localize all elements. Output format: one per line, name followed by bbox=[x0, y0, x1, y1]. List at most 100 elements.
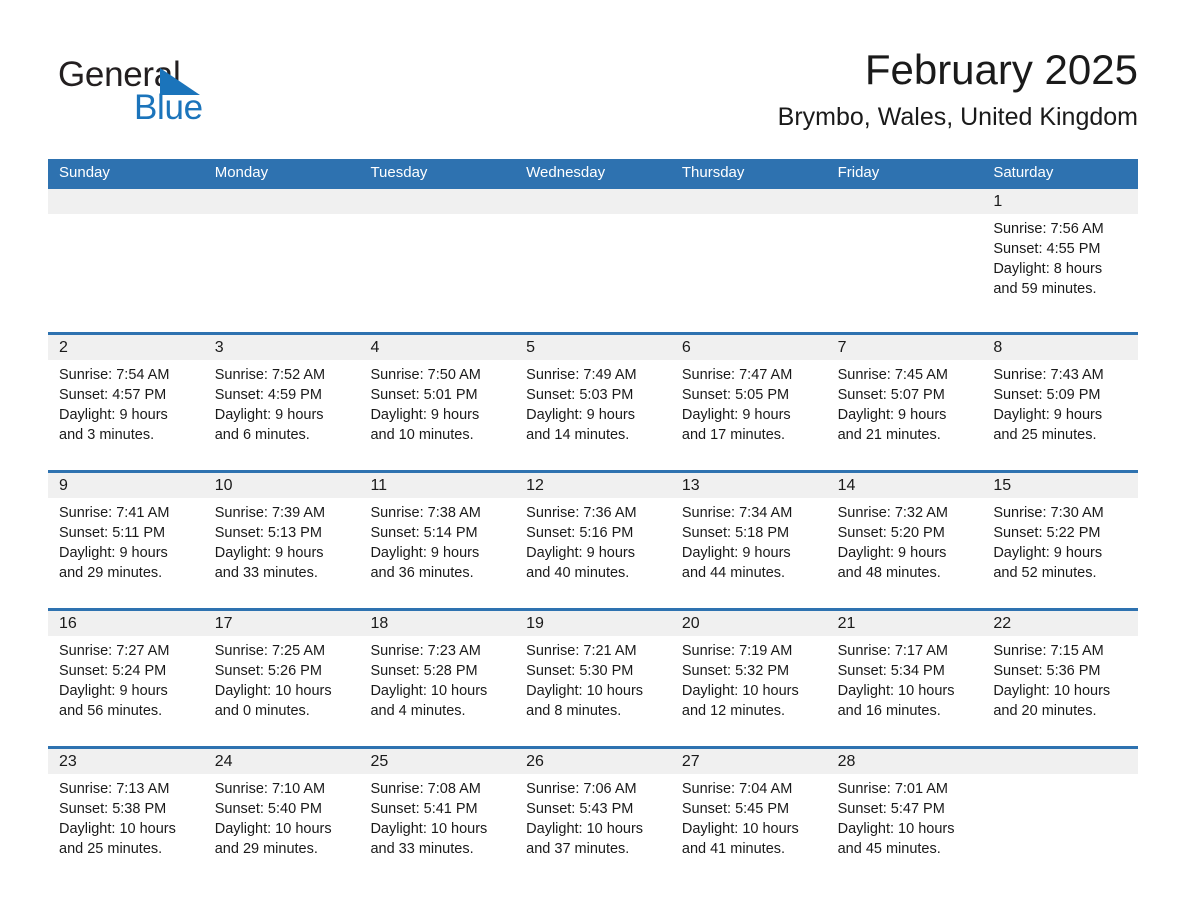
sunset-text: Sunset: 5:43 PM bbox=[526, 801, 634, 817]
day-number[interactable]: 21 bbox=[827, 611, 983, 636]
day-cell[interactable]: Sunrise: 7:38 AM Sunset: 5:14 PM Dayligh… bbox=[359, 498, 515, 608]
day-number[interactable]: 19 bbox=[515, 611, 671, 636]
day-cell[interactable] bbox=[827, 214, 983, 332]
daylight-text-line1: Daylight: 10 hours bbox=[59, 821, 176, 837]
day-number[interactable]: 6 bbox=[671, 335, 827, 360]
day-cell[interactable]: Sunrise: 7:30 AM Sunset: 5:22 PM Dayligh… bbox=[982, 498, 1138, 608]
weekday-header-tuesday: Tuesday bbox=[370, 164, 428, 181]
day-cell[interactable]: Sunrise: 7:01 AM Sunset: 5:47 PM Dayligh… bbox=[827, 774, 983, 884]
day-cell[interactable]: Sunrise: 7:23 AM Sunset: 5:28 PM Dayligh… bbox=[359, 636, 515, 746]
day-cell[interactable]: Sunrise: 7:32 AM Sunset: 5:20 PM Dayligh… bbox=[827, 498, 983, 608]
weekday-header-monday: Monday bbox=[214, 164, 269, 181]
day-cell[interactable] bbox=[48, 214, 204, 332]
day-number[interactable] bbox=[515, 189, 671, 214]
day-number[interactable]: 9 bbox=[48, 473, 204, 498]
day-number[interactable] bbox=[48, 189, 204, 214]
day-cell[interactable]: Sunrise: 7:10 AM Sunset: 5:40 PM Dayligh… bbox=[204, 774, 360, 884]
day-cell[interactable]: Sunrise: 7:47 AM Sunset: 5:05 PM Dayligh… bbox=[671, 360, 827, 470]
daylight-text-line2: and 20 minutes. bbox=[993, 703, 1097, 719]
day-number[interactable]: 18 bbox=[359, 611, 515, 636]
day-number[interactable]: 16 bbox=[48, 611, 204, 636]
day-number[interactable]: 23 bbox=[48, 749, 204, 774]
day-number[interactable]: 12 bbox=[515, 473, 671, 498]
day-number[interactable]: 10 bbox=[204, 473, 360, 498]
day-number[interactable] bbox=[204, 189, 360, 214]
day-number[interactable]: 20 bbox=[671, 611, 827, 636]
day-cell[interactable]: Sunrise: 7:17 AM Sunset: 5:34 PM Dayligh… bbox=[827, 636, 983, 746]
day-cell[interactable]: Sunrise: 7:27 AM Sunset: 5:24 PM Dayligh… bbox=[48, 636, 204, 746]
day-cell[interactable] bbox=[515, 214, 671, 332]
day-number[interactable]: 14 bbox=[827, 473, 983, 498]
day-cell[interactable]: Sunrise: 7:49 AM Sunset: 5:03 PM Dayligh… bbox=[515, 360, 671, 470]
week-body: Sunrise: 7:27 AM Sunset: 5:24 PM Dayligh… bbox=[48, 636, 1138, 746]
sunset-text: Sunset: 5:36 PM bbox=[993, 663, 1101, 679]
sunset-text: Sunset: 5:45 PM bbox=[681, 801, 790, 817]
daylight-text-line2: and 8 minutes. bbox=[526, 703, 622, 719]
day-cell[interactable] bbox=[359, 214, 515, 332]
day-number[interactable]: 15 bbox=[982, 473, 1138, 498]
daylight-text-line2: and 6 minutes. bbox=[214, 427, 310, 443]
day-cell[interactable]: Sunrise: 7:43 AM Sunset: 5:09 PM Dayligh… bbox=[982, 360, 1138, 470]
daylight-text-line2: and 16 minutes. bbox=[837, 703, 941, 719]
day-cell[interactable] bbox=[671, 214, 827, 332]
sunrise-text: Sunrise: 7:50 AM bbox=[370, 367, 481, 383]
daylight-text-line1: Daylight: 9 hours bbox=[837, 407, 947, 423]
day-cell[interactable]: Sunrise: 7:08 AM Sunset: 5:41 PM Dayligh… bbox=[359, 774, 515, 884]
day-number[interactable]: 5 bbox=[515, 335, 671, 360]
day-cell[interactable] bbox=[982, 774, 1138, 884]
day-number[interactable]: 7 bbox=[827, 335, 983, 360]
day-cell[interactable]: Sunrise: 7:21 AM Sunset: 5:30 PM Dayligh… bbox=[515, 636, 671, 746]
daylight-text-line1: Daylight: 9 hours bbox=[214, 407, 324, 423]
day-number[interactable]: 28 bbox=[827, 749, 983, 774]
day-number[interactable]: 8 bbox=[982, 335, 1138, 360]
day-number[interactable] bbox=[827, 189, 983, 214]
day-number[interactable]: 17 bbox=[204, 611, 360, 636]
day-cell[interactable] bbox=[204, 214, 360, 332]
day-number[interactable]: 24 bbox=[204, 749, 360, 774]
week-body: Sunrise: 7:41 AM Sunset: 5:11 PM Dayligh… bbox=[48, 498, 1138, 608]
sunset-text: Sunset: 5:28 PM bbox=[370, 663, 478, 679]
daylight-text-line2: and 48 minutes. bbox=[837, 565, 941, 581]
day-number[interactable] bbox=[982, 749, 1138, 774]
day-cell[interactable]: Sunrise: 7:52 AM Sunset: 4:59 PM Dayligh… bbox=[204, 360, 360, 470]
weekday-header-saturday: Saturday bbox=[993, 164, 1054, 181]
daylight-text-line1: Daylight: 8 hours bbox=[993, 261, 1103, 277]
sunrise-text: Sunrise: 7:30 AM bbox=[993, 505, 1104, 521]
day-cell[interactable]: Sunrise: 7:04 AM Sunset: 5:45 PM Dayligh… bbox=[671, 774, 827, 884]
daylight-text-line1: Daylight: 10 hours bbox=[370, 821, 488, 837]
day-cell[interactable]: Sunrise: 7:45 AM Sunset: 5:07 PM Dayligh… bbox=[827, 360, 983, 470]
day-cell[interactable]: Sunrise: 7:54 AM Sunset: 4:57 PM Dayligh… bbox=[48, 360, 204, 470]
daylight-text-line1: Daylight: 9 hours bbox=[526, 407, 635, 423]
day-number[interactable]: 22 bbox=[982, 611, 1138, 636]
day-number[interactable]: 13 bbox=[671, 473, 827, 498]
day-cell[interactable]: Sunrise: 7:36 AM Sunset: 5:16 PM Dayligh… bbox=[515, 498, 671, 608]
day-cell[interactable]: Sunrise: 7:25 AM Sunset: 5:26 PM Dayligh… bbox=[204, 636, 360, 746]
day-number[interactable]: 3 bbox=[204, 335, 360, 360]
sunrise-text: Sunrise: 7:15 AM bbox=[993, 643, 1104, 659]
sunrise-text: Sunrise: 7:52 AM bbox=[214, 367, 326, 383]
day-cell[interactable]: Sunrise: 7:39 AM Sunset: 5:13 PM Dayligh… bbox=[204, 498, 360, 608]
day-cell[interactable]: Sunrise: 7:13 AM Sunset: 5:38 PM Dayligh… bbox=[48, 774, 204, 884]
week-row: 16 17 18 19 20 21 22 Sunrise: 7:27 AM Su… bbox=[48, 608, 1138, 746]
day-cell[interactable]: Sunrise: 7:34 AM Sunset: 5:18 PM Dayligh… bbox=[671, 498, 827, 608]
day-number[interactable] bbox=[671, 189, 827, 214]
sunset-text: Sunset: 4:57 PM bbox=[59, 387, 167, 403]
day-cell[interactable]: Sunrise: 7:06 AM Sunset: 5:43 PM Dayligh… bbox=[515, 774, 671, 884]
day-number[interactable]: 25 bbox=[359, 749, 515, 774]
day-number[interactable]: 2 bbox=[48, 335, 204, 360]
day-number[interactable] bbox=[359, 189, 515, 214]
day-number[interactable]: 11 bbox=[359, 473, 515, 498]
day-cell[interactable]: Sunrise: 7:19 AM Sunset: 5:32 PM Dayligh… bbox=[671, 636, 827, 746]
day-cell[interactable]: Sunrise: 7:50 AM Sunset: 5:01 PM Dayligh… bbox=[359, 360, 515, 470]
day-number[interactable]: 26 bbox=[515, 749, 671, 774]
day-number[interactable]: 1 bbox=[982, 189, 1138, 214]
day-cell[interactable]: Sunrise: 7:15 AM Sunset: 5:36 PM Dayligh… bbox=[982, 636, 1138, 746]
day-cell[interactable]: Sunrise: 7:41 AM Sunset: 5:11 PM Dayligh… bbox=[48, 498, 204, 608]
day-number[interactable]: 4 bbox=[359, 335, 515, 360]
sunrise-text: Sunrise: 7:06 AM bbox=[526, 781, 637, 797]
general-blue-logo[interactable]: General Blue bbox=[58, 56, 318, 132]
day-cell[interactable]: Sunrise: 7:56 AM Sunset: 4:55 PM Dayligh… bbox=[982, 214, 1138, 332]
day-number[interactable]: 27 bbox=[671, 749, 827, 774]
sunset-text: Sunset: 5:47 PM bbox=[837, 801, 945, 817]
sunset-text: Sunset: 5:03 PM bbox=[526, 387, 634, 403]
